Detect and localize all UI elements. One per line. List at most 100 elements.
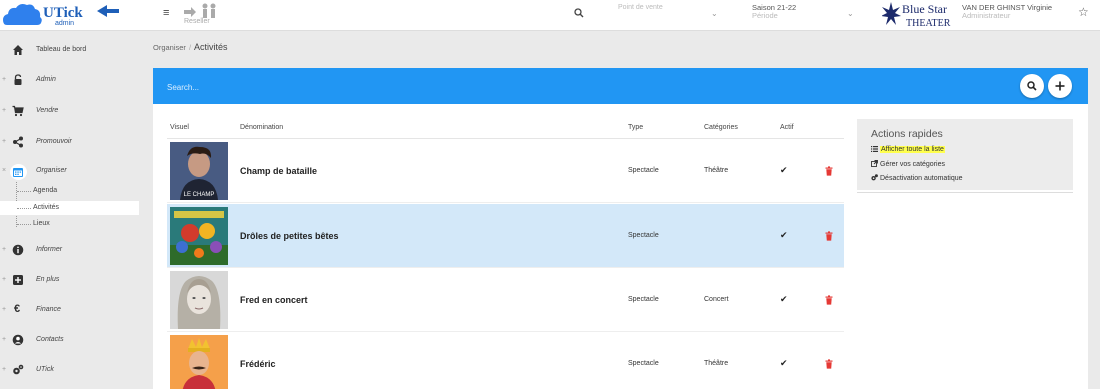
utick-logo[interactable]: UTick admin [3, 1, 123, 30]
trash-icon[interactable] [825, 359, 833, 369]
sidebar-item-utick[interactable]: + UTick [0, 361, 139, 381]
svg-text:LE CHAMP: LE CHAMP [184, 192, 215, 198]
favorite-star-icon[interactable]: ☆ [1078, 5, 1089, 19]
column-header-actif[interactable]: Actif [780, 124, 794, 131]
cart-icon [12, 105, 24, 117]
search-icon[interactable] [574, 8, 584, 18]
column-header-type[interactable]: Type [628, 124, 643, 131]
active-check-icon: ✔ [780, 294, 788, 304]
activity-name[interactable]: Frédéric [240, 359, 276, 369]
activity-type: Spectacle [628, 232, 659, 239]
sidebar-subitem-agenda[interactable]: Agenda [0, 184, 139, 198]
sidebar-item-vendre[interactable]: + Vendre [0, 102, 139, 122]
show-all-link[interactable]: Afficher toute la liste [871, 146, 945, 153]
point-de-vente-select[interactable]: Point de vente [618, 4, 663, 11]
activity-thumbnail[interactable] [170, 335, 228, 389]
sidebar-item-promouvoir[interactable]: + Promouvoir [0, 133, 139, 153]
auto-deactivation-label: Désactivation automatique [880, 175, 963, 182]
expand-icon: + [2, 107, 7, 114]
brand-name: UTick [43, 5, 83, 21]
sidebar-item-informer[interactable]: + Informer [0, 241, 139, 261]
sidebar-item-organiser[interactable]: × Organiser [0, 162, 139, 182]
sidebar-item-contacts[interactable]: + Contacts [0, 331, 139, 351]
active-check-icon: ✔ [780, 230, 788, 240]
expand-icon: + [2, 336, 7, 343]
quick-actions-panel: Actions rapides Afficher toute la liste … [857, 119, 1073, 190]
activity-category: Théâtre [704, 360, 729, 367]
sidebar-item-label: En plus [36, 276, 60, 283]
manage-categories-link[interactable]: Gérer vos catégories [871, 160, 945, 168]
cogs-icon [871, 174, 878, 181]
add-activity-button[interactable] [1048, 74, 1072, 98]
euro-icon: € [14, 303, 21, 315]
chevron-down-icon[interactable]: ⌄ [847, 9, 854, 18]
activity-name[interactable]: Champ de bataille [240, 166, 317, 176]
expand-icon: + [2, 366, 7, 373]
share-icon [13, 136, 23, 148]
brand-sub: admin [55, 20, 74, 27]
table-row[interactable]: Frédéric Spectacle Théâtre ✔ [167, 332, 844, 389]
trash-icon[interactable] [825, 295, 833, 305]
trash-icon[interactable] [825, 166, 833, 176]
activity-type: Spectacle [628, 296, 659, 303]
trash-icon[interactable] [825, 231, 833, 241]
season-select[interactable]: Saison 21-22 Période [752, 4, 796, 20]
sidebar-subitem-lieux[interactable]: Lieux [0, 217, 139, 231]
plus-square-icon [13, 275, 23, 285]
table-row[interactable]: Fred en concert Spectacle Concert ✔ [167, 268, 844, 332]
chevron-down-icon[interactable]: ⌄ [711, 9, 718, 18]
sidebar-item-label: Informer [36, 246, 63, 253]
sidebar-item-label: Finance [36, 306, 61, 313]
column-header-categories[interactable]: Catégories [704, 124, 738, 131]
sidebar-item-label: Contacts [36, 336, 64, 343]
external-link-icon [871, 160, 878, 167]
activity-type: Spectacle [628, 167, 659, 174]
activity-thumbnail[interactable]: LE CHAMP [170, 142, 228, 200]
activity-category: Concert [704, 296, 729, 303]
column-header-visuel: Visuel [170, 124, 189, 131]
expand-icon: + [2, 276, 7, 283]
search-icon [1027, 81, 1037, 91]
activity-name[interactable]: Drôles de petites bêtes [240, 231, 339, 241]
cogs-icon [13, 364, 24, 375]
menu-toggle-icon[interactable]: ≡ [163, 7, 169, 19]
manage-categories-label: Gérer vos catégories [880, 161, 945, 168]
user-circle-icon [12, 334, 24, 346]
calendar-icon [13, 168, 23, 177]
sidebar-item-admin[interactable]: + Admin [0, 71, 139, 91]
expand-icon: + [2, 76, 7, 83]
sidebar-item-finance[interactable]: + € Finance [0, 301, 139, 321]
breadcrumb-parent[interactable]: Organiser [153, 43, 186, 52]
reseller-label: Reseller [184, 18, 210, 25]
breadcrumb-separator: / [188, 43, 192, 52]
sidebar-item-tableau-de-bord[interactable]: Tableau de bord [0, 41, 139, 61]
sidebar-subitem-label: Agenda [33, 187, 58, 194]
search-input[interactable]: Search... [167, 83, 199, 92]
quick-actions-divider [857, 192, 1073, 193]
activity-name[interactable]: Fred en concert [240, 295, 308, 305]
collapse-icon: × [2, 167, 7, 174]
sidebar-item-label: Vendre [36, 107, 59, 114]
list-icon [871, 146, 878, 152]
sidebar-subitem-label: Lieux [33, 220, 50, 227]
expand-icon: + [2, 246, 7, 253]
user-menu[interactable]: VAN DER GHINST Virginie Administrateur [962, 4, 1052, 20]
svg-text:Blue Star: Blue Star [902, 2, 947, 16]
top-bar: UTick admin ≡ Reseller Point de vente ⌄ … [0, 0, 1100, 31]
column-header-denomination[interactable]: Dénomination [240, 124, 283, 131]
table-row[interactable]: Drôles de petites bêtes Spectacle ✔ [167, 204, 844, 268]
auto-deactivation-link[interactable]: Désactivation automatique [871, 174, 963, 182]
breadcrumb: Organiser / Activités [153, 42, 228, 52]
sidebar-item-en-plus[interactable]: + En plus [0, 271, 139, 291]
show-all-label: Afficher toute la liste [880, 146, 945, 153]
sidebar-subitem-activites[interactable]: Activités [0, 201, 139, 215]
home-icon [13, 45, 23, 55]
activity-thumbnail[interactable] [170, 271, 228, 329]
activity-thumbnail[interactable] [170, 207, 228, 265]
search-button[interactable] [1020, 74, 1044, 98]
venue-logo: Blue Star THEATER [882, 2, 951, 29]
sidebar-item-label: Tableau de bord [36, 46, 87, 53]
season-sub: Période [752, 11, 778, 20]
activity-category: Théâtre [704, 167, 729, 174]
table-row[interactable]: LE CHAMP Champ de bataille Spectacle Thé… [167, 139, 844, 203]
